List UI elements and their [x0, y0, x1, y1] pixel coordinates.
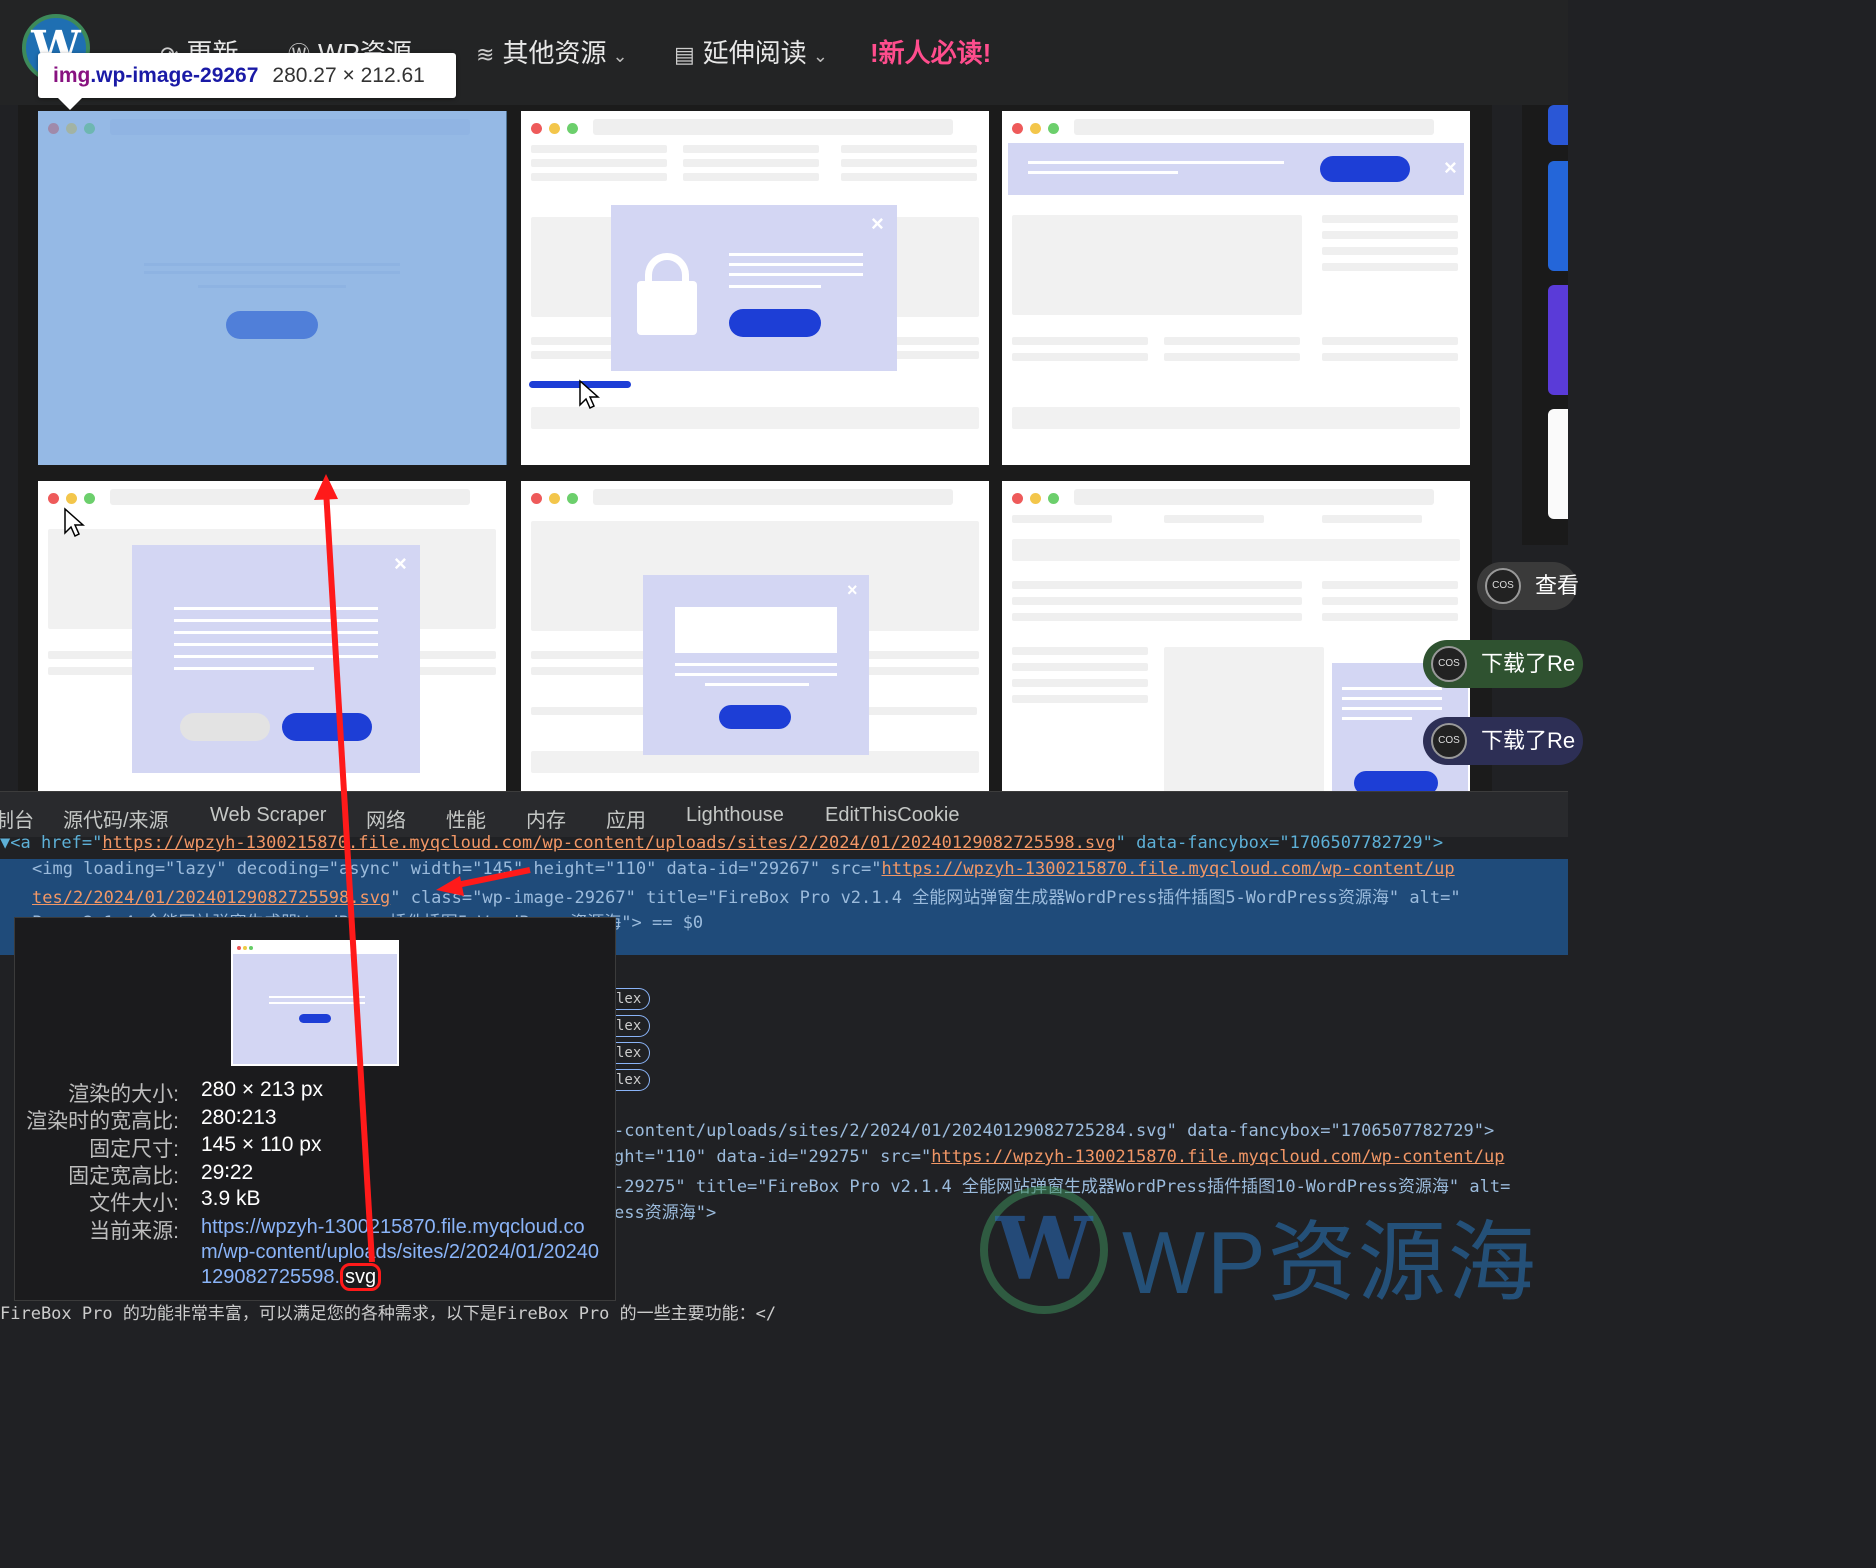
avatar: COS [1431, 723, 1467, 759]
element-highlight-overlay [38, 111, 507, 465]
gallery-image-2[interactable]: × [521, 111, 989, 465]
document-icon: ▤ [674, 42, 695, 67]
dom-line[interactable]: ess资源海"> [614, 1198, 716, 1223]
element-inspector-tooltip: img.wp-image-29267 280.27 × 212.61 [38, 53, 456, 110]
gallery-image-3[interactable]: × [1002, 111, 1470, 465]
close-icon: × [847, 580, 858, 600]
gallery-image-4[interactable]: × [38, 481, 506, 791]
flex-badge[interactable]: lex [614, 988, 650, 1010]
chevron-down-icon: ⌄ [812, 46, 828, 66]
nav-item-newcomer-must-read[interactable]: !新人必读! [870, 33, 991, 70]
gallery-image-6[interactable] [1002, 481, 1470, 791]
dom-line-anchor[interactable]: ▼<a href="https://wpzyh-1300215870.file.… [0, 833, 1443, 853]
layers-icon: ≋ [476, 42, 495, 67]
nav-item-other-resources[interactable]: ≋ 其他资源 ⌄ [476, 33, 628, 70]
tab-lighthouse[interactable]: Lighthouse [686, 804, 784, 827]
flex-badge[interactable]: lex [614, 1069, 650, 1091]
tab-performance[interactable]: 性能 [446, 804, 486, 833]
watermark: WP资源海 [980, 1186, 1568, 1314]
image-thumbnail [231, 940, 399, 1066]
close-icon: × [1444, 155, 1457, 180]
devtools-tab-bar: 制台 源代码/来源 Web Scraper 网络 性能 内存 应用 Lighth… [0, 791, 1568, 837]
tab-web-scraper[interactable]: Web Scraper [210, 804, 326, 827]
close-icon: × [871, 211, 884, 236]
dom-line-img[interactable]: <img loading="lazy" decoding="async" wid… [32, 859, 1455, 879]
tab-network[interactable]: 网络 [366, 804, 406, 833]
activity-chip-view[interactable]: COS 查看 [1477, 562, 1579, 610]
modal-preview: × [132, 545, 420, 773]
dom-line[interactable]: -content/uploads/sites/2/2024/01/2024012… [614, 1121, 1494, 1141]
dom-line-text[interactable]: FireBox Pro 的功能非常丰富，可以满足您的各种需求，以下是FireBo… [0, 1299, 776, 1324]
flex-badge[interactable]: lex [614, 1015, 650, 1037]
avatar: COS [1431, 646, 1467, 682]
side-panel [1522, 105, 1568, 545]
tab-console[interactable]: 制台 [0, 804, 34, 833]
avatar: COS [1485, 568, 1521, 604]
tab-editthiscookie[interactable]: EditThisCookie [825, 804, 960, 827]
tab-application[interactable]: 应用 [606, 804, 646, 833]
nav-item-extended-reading[interactable]: ▤ 延伸阅读 ⌄ [674, 33, 828, 70]
svg-extension-highlight: svg [340, 1263, 382, 1291]
wordpress-watermark-icon [980, 1186, 1108, 1314]
popup-source-url[interactable]: https://wpzyh-1300215870.file.myqcloud.c… [201, 1215, 601, 1291]
gallery-image-5[interactable]: × [521, 481, 989, 791]
close-icon: × [394, 551, 407, 576]
activity-chip-download[interactable]: COS 下载了Re [1423, 640, 1583, 688]
dom-line[interactable]: ght="110" data-id="29275" src="https://w… [614, 1147, 1504, 1167]
image-preview-popup: 渲染的大小: 280 × 213 px 渲染时的宽高比: 280∶213 固定尺寸:… [14, 917, 616, 1301]
modal-preview: × [643, 575, 869, 755]
activity-chip-download[interactable]: COS 下载了Re [1423, 717, 1583, 765]
tab-sources[interactable]: 源代码/来源 [63, 804, 169, 833]
flex-badge[interactable]: lex [614, 1042, 650, 1064]
modal-preview: × [611, 205, 897, 371]
tab-memory[interactable]: 内存 [526, 804, 566, 833]
top-bar-preview: × [1008, 143, 1464, 195]
chevron-down-icon: ⌄ [612, 46, 628, 66]
dom-line-img-cont[interactable]: tes/2/2024/01/20240129082725598.svg" cla… [32, 883, 1461, 908]
